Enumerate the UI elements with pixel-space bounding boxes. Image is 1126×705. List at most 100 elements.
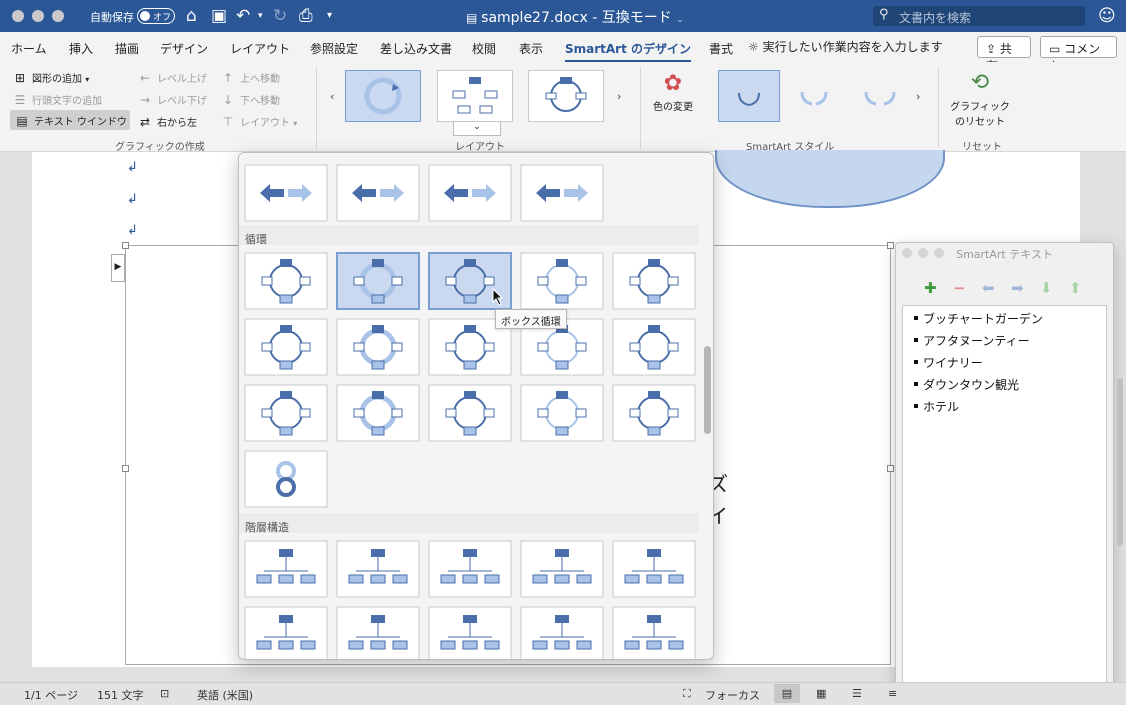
layout-thumb-hierarchy[interactable] <box>336 606 420 659</box>
layout-thumb-arrow[interactable] <box>428 164 512 222</box>
customize-toolbar-icon[interactable]: ▾ <box>327 10 332 21</box>
web-layout-icon[interactable]: ▦ <box>816 687 826 700</box>
undo-dropdown-icon[interactable]: ▾ <box>258 11 263 21</box>
text-pane-list[interactable]: ブッチャートガーデン アフタヌーンティー ワイナリー ダウンタウン観光 ホテル <box>902 305 1107 691</box>
layout-thumb-basic-cycle[interactable] <box>345 70 421 122</box>
styles-next-icon[interactable]: › <box>916 90 920 103</box>
tab-view[interactable]: 表示 <box>519 40 543 57</box>
text-pane-toggle[interactable]: ▶ <box>111 254 125 282</box>
change-colors-button[interactable]: ✿ 色の変更 <box>652 70 694 113</box>
layout-thumb-cycle[interactable] <box>428 384 512 442</box>
layout-thumb-hierarchy[interactable] <box>244 540 328 598</box>
tab-design[interactable]: デザイン <box>160 40 208 57</box>
focus-label[interactable]: フォーカス <box>705 687 760 703</box>
arrow-left-icon[interactable]: ⬅ <box>982 279 995 297</box>
layout-thumb-arrow[interactable] <box>520 164 604 222</box>
zoom-window-button[interactable] <box>52 10 64 22</box>
share-button[interactable]: ⇪ 共有 <box>977 36 1031 73</box>
style-thumb-1[interactable] <box>718 70 780 122</box>
layout-thumb-cycle[interactable] <box>244 384 328 442</box>
save-icon[interactable]: ▣ <box>211 6 227 26</box>
layout-thumb-hierarchy[interactable] <box>520 606 604 659</box>
gallery-scrollbar[interactable] <box>704 346 711 434</box>
layout-thumb-hierarchy[interactable] <box>612 606 696 659</box>
autosave-toggle[interactable]: オフ <box>137 8 175 24</box>
list-item[interactable]: ワイナリー <box>914 354 983 371</box>
tab-smartart-design[interactable]: SmartArt のデザイン <box>565 40 692 63</box>
gallery-expand-button[interactable]: ⌄ <box>453 122 501 136</box>
tab-format[interactable]: 書式 <box>709 40 733 57</box>
layout-thumb-cycle[interactable] <box>612 384 696 442</box>
reset-graphic-button[interactable]: ⟲ グラフィック のリセット <box>948 68 1012 128</box>
arrow-down-icon[interactable]: ⬇ <box>1040 279 1053 297</box>
resize-handle[interactable] <box>887 242 894 249</box>
list-item[interactable]: ブッチャートガーデン <box>914 310 1043 327</box>
comments-button[interactable]: ▭ コメント <box>1040 36 1117 73</box>
pane-scrollbar[interactable] <box>1117 378 1123 546</box>
tab-draw[interactable]: 描画 <box>115 40 139 57</box>
tell-me-box[interactable]: ☼ 実行したい作業内容を入力します <box>748 38 943 55</box>
smiley-icon[interactable]: ☺ <box>1098 6 1116 26</box>
layout-thumb-cycle-matrix[interactable] <box>528 70 604 122</box>
proofing-icon[interactable]: ⊡ <box>160 687 169 700</box>
layout-thumb-cycle[interactable] <box>336 318 420 376</box>
document-title[interactable]: ▤ sample27.docx - 互換モード ⌄ <box>466 7 684 27</box>
add-icon[interactable]: ✚ <box>924 279 937 297</box>
style-thumb-3[interactable] <box>850 70 912 122</box>
resize-handle[interactable] <box>122 242 129 249</box>
layout-thumb-cycle[interactable] <box>336 384 420 442</box>
draft-icon[interactable]: ≡ <box>888 687 897 700</box>
gallery-next-icon[interactable]: › <box>617 90 621 103</box>
layout-thumb-cycle[interactable] <box>244 318 328 376</box>
layout-thumb-hierarchy[interactable] <box>612 540 696 598</box>
right-to-left-button[interactable]: ⇄ 右から左 <box>137 114 197 129</box>
demote-button[interactable]: → レベル下げ <box>137 92 207 107</box>
layout-thumb-cycle[interactable] <box>244 252 328 310</box>
layout-thumb-hierarchy[interactable] <box>336 540 420 598</box>
close-window-button[interactable] <box>12 10 24 22</box>
layout-thumb-cycle[interactable] <box>244 450 328 508</box>
layout-thumb-cycle[interactable] <box>520 252 604 310</box>
layout-thumb-arrow[interactable] <box>244 164 328 222</box>
layout-thumb-hierarchy[interactable] <box>428 540 512 598</box>
list-item[interactable]: アフタヌーンティー <box>914 332 1030 349</box>
move-up-button[interactable]: ↑ 上へ移動 <box>220 70 280 85</box>
print-layout-icon[interactable]: ▤ <box>774 684 800 703</box>
smartart-text-pane[interactable]: SmartArt テキスト ✚ − ⬅ ➡ ⬇ ⬆ ブッチャートガーデン アフタ… <box>895 242 1123 694</box>
tab-insert[interactable]: 挿入 <box>69 40 93 57</box>
arrow-up-icon[interactable]: ⬆ <box>1069 279 1082 297</box>
layout-thumb-arrow[interactable] <box>336 164 420 222</box>
style-thumb-2[interactable] <box>784 70 846 122</box>
minimize-window-button[interactable] <box>32 10 44 22</box>
add-shape-button[interactable]: ⊞ 図形の追加 ▾ <box>12 70 89 85</box>
add-bullet-button[interactable]: ☰ 行頭文字の追加 <box>12 92 102 107</box>
resize-handle[interactable] <box>122 465 129 472</box>
list-item[interactable]: ホテル <box>913 398 959 415</box>
tab-references[interactable]: 参照設定 <box>310 40 358 57</box>
layout-thumb-hierarchy[interactable] <box>428 606 512 659</box>
tab-mailings[interactable]: 差し込み文書 <box>380 40 452 57</box>
layout-thumb-box-cycle[interactable] <box>437 70 513 122</box>
resize-handle[interactable] <box>887 465 894 472</box>
layout-thumb-hierarchy[interactable] <box>244 606 328 659</box>
move-down-button[interactable]: ↓ 下へ移動 <box>220 92 280 107</box>
focus-icon[interactable]: ⛶ <box>683 687 691 701</box>
tab-layout[interactable]: レイアウト <box>230 40 290 57</box>
layout-button[interactable]: ⊤ レイアウト ▾ <box>220 114 297 129</box>
layout-thumb-cycle[interactable] <box>520 384 604 442</box>
search-box[interactable]: ⚲ 文書内を検索 <box>873 6 1085 26</box>
undo-icon[interactable]: ↶ <box>236 6 250 26</box>
arrow-right-icon[interactable]: ➡ <box>1011 279 1024 297</box>
layout-gallery-dropdown[interactable]: 循環 階層構造 <box>238 152 714 660</box>
layout-thumb-cycle[interactable] <box>612 318 696 376</box>
layout-thumb-cycle[interactable] <box>612 252 696 310</box>
print-icon[interactable]: ⎙ <box>299 6 313 26</box>
outline-icon[interactable]: ☰ <box>852 687 862 700</box>
gallery-prev-icon[interactable]: ‹ <box>330 90 334 103</box>
word-count[interactable]: 151 文字 <box>97 687 144 703</box>
text-window-button[interactable]: ▤ テキスト ウインドウ <box>10 110 130 130</box>
tab-home[interactable]: ホーム <box>11 40 47 57</box>
page-count[interactable]: 1/1 ページ <box>24 687 78 703</box>
promote-button[interactable]: ← レベル上げ <box>137 70 207 85</box>
layout-thumb-hierarchy[interactable] <box>520 540 604 598</box>
